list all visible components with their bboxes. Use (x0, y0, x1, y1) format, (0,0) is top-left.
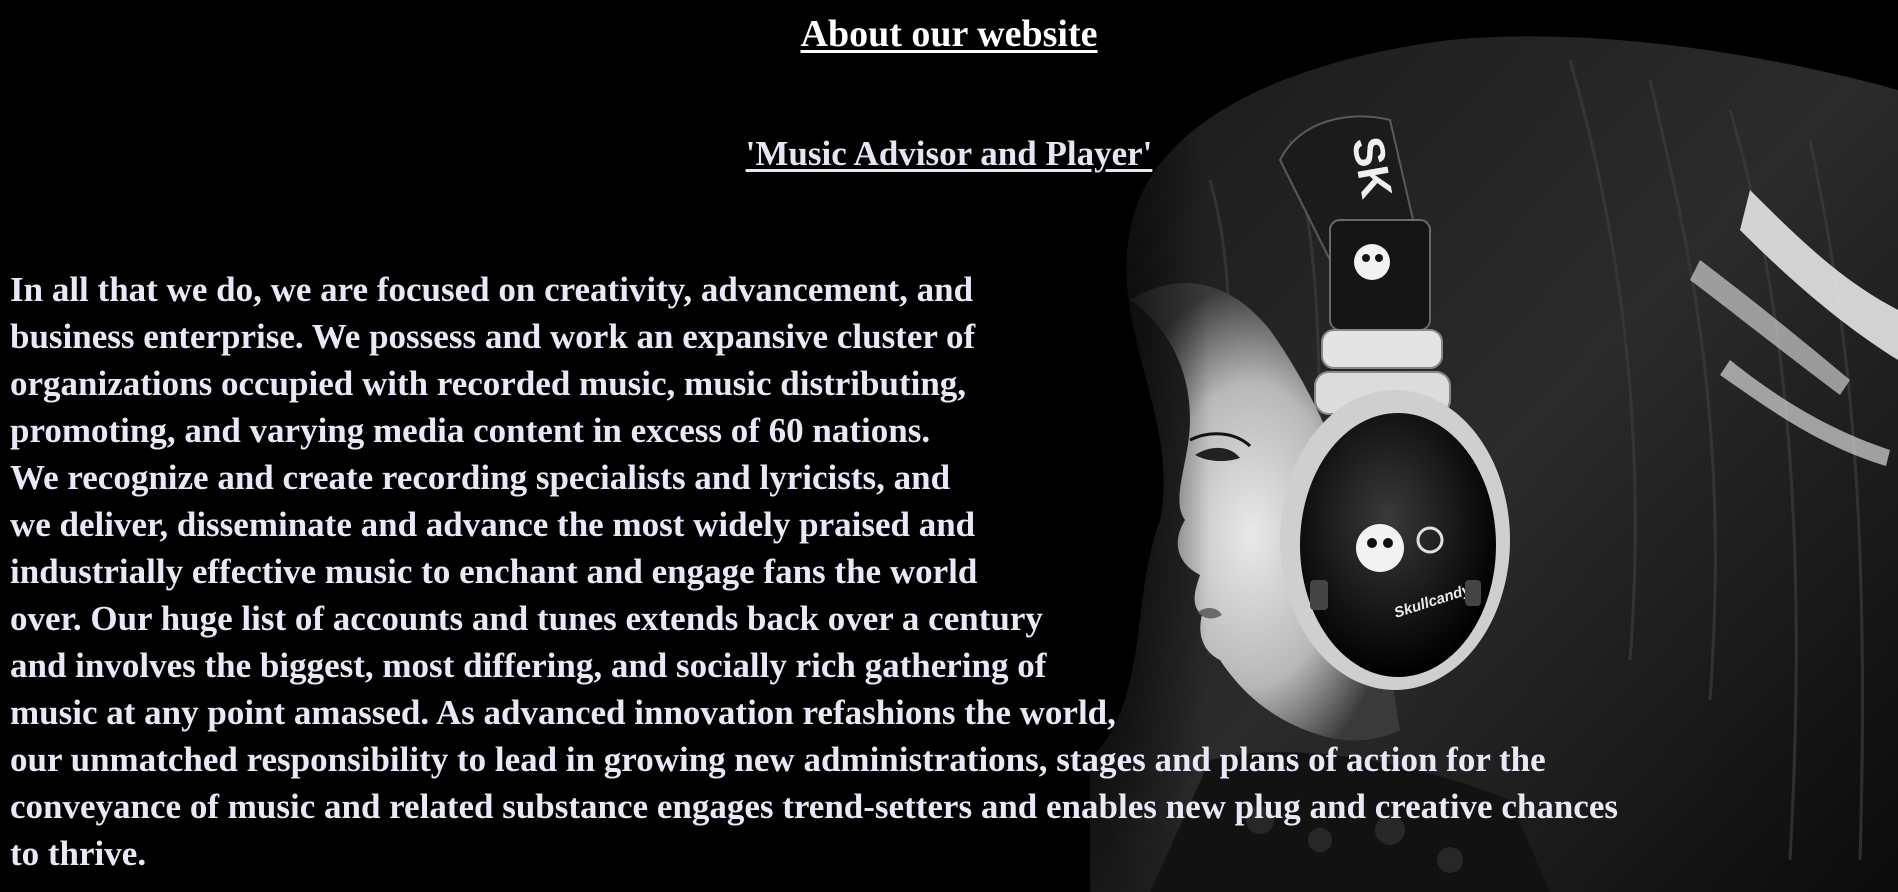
paragraph-line: promoting, and varying media content in … (10, 411, 931, 450)
about-page: SK Skullcandy About our website 'Music A… (0, 0, 1898, 892)
paragraph-line: and involves the biggest, most differing… (10, 646, 1047, 685)
paragraph-line: our unmatched responsibility to lead in … (10, 740, 1546, 779)
paragraph-line: we deliver, disseminate and advance the … (10, 505, 976, 544)
paragraph-line: over. Our huge list of accounts and tune… (10, 599, 1043, 638)
paragraph-line: business enterprise. We possess and work… (10, 317, 976, 356)
page-subtitle: 'Music Advisor and Player' (745, 134, 1153, 173)
paragraph-line: We recognize and create recording specia… (10, 458, 951, 497)
paragraph-line: organizations occupied with recorded mus… (10, 364, 967, 403)
paragraph-line: music at any point amassed. As advanced … (10, 693, 1116, 732)
paragraph-line: industrially effective music to enchant … (10, 552, 978, 591)
about-paragraph: In all that we do, we are focused on cre… (10, 266, 1880, 877)
paragraph-line: conveyance of music and related substanc… (10, 787, 1619, 826)
paragraph-line: to thrive. (10, 834, 147, 873)
page-title: About our website (800, 13, 1098, 55)
paragraph-line: In all that we do, we are focused on cre… (10, 270, 974, 309)
